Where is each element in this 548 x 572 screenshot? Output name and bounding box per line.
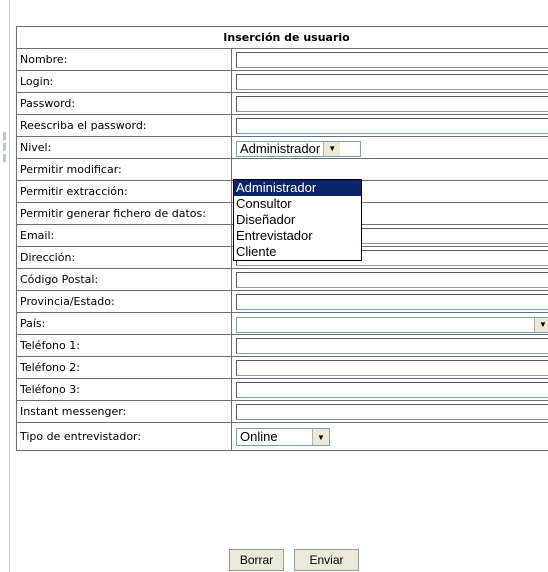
chevron-down-icon[interactable]: ▼	[312, 429, 329, 446]
left-border-line	[9, 0, 10, 572]
tipo-entrevistador-label: Tipo de entrevistador:	[16, 422, 232, 451]
nivel-label: Nivel:	[16, 136, 232, 159]
password-confirm-input[interactable]	[236, 117, 548, 134]
clear-button[interactable]: Borrar	[229, 549, 284, 571]
dropdown-option[interactable]: Entrevistador	[234, 228, 361, 244]
password-input[interactable]	[236, 95, 548, 112]
telefono-2-input[interactable]	[236, 359, 548, 376]
telefono-1-label: Teléfono 1:	[16, 334, 232, 357]
direccion-label: Dirección:	[16, 246, 232, 269]
provincia-label: Provincia/Estado:	[16, 290, 232, 313]
telefono-3-label: Teléfono 3:	[16, 378, 232, 401]
tipo-entrevistador-value: Online	[240, 429, 278, 445]
pais-label: País:	[16, 312, 232, 335]
instant-messenger-input[interactable]	[236, 403, 548, 420]
pais-select[interactable]: ▼	[236, 316, 548, 333]
chevron-down-icon[interactable]: ▼	[323, 141, 341, 156]
form-row-telefono-2: Teléfono 2:	[16, 356, 548, 379]
telefono-2-label: Teléfono 2:	[16, 356, 232, 379]
left-edge-mark	[3, 143, 6, 151]
chevron-down-icon[interactable]: ▼	[534, 317, 548, 332]
dropdown-option[interactable]: Diseñador	[234, 212, 361, 228]
nivel-select[interactable]: Administrador ▼	[236, 140, 361, 157]
form-row-login: Login:	[16, 70, 548, 93]
permitir-fichero-label: Permitir generar fichero de datos:	[16, 202, 232, 225]
form-row-nivel: Nivel: Administrador ▼	[16, 136, 548, 159]
submit-button[interactable]: Enviar	[294, 549, 359, 571]
left-edge-mark	[3, 132, 6, 140]
left-edge-mark	[3, 154, 6, 162]
form-row-instant-messenger: Instant messenger:	[16, 400, 548, 423]
instant-messenger-label: Instant messenger:	[16, 400, 232, 423]
nombre-label: Nombre:	[16, 48, 232, 71]
codigo-postal-input[interactable]	[236, 271, 548, 288]
form-row-nombre: Nombre:	[16, 48, 548, 71]
dropdown-option[interactable]: Consultor	[234, 196, 361, 212]
form-title: Inserción de usuario	[15, 26, 548, 49]
email-label: Email:	[16, 224, 232, 247]
dropdown-option[interactable]: Cliente	[234, 244, 361, 260]
form-row-permitir-modificar: Permitir modificar:	[16, 158, 548, 181]
form-row-telefono-3: Teléfono 3:	[16, 378, 548, 401]
form-row-pais: País: ▼	[16, 312, 548, 335]
form-row-telefono-1: Teléfono 1:	[16, 334, 548, 357]
nombre-input[interactable]	[236, 51, 548, 68]
form-row-codigo-postal: Código Postal:	[16, 268, 548, 291]
provincia-input[interactable]	[236, 293, 548, 310]
dropdown-option[interactable]: Administrador	[234, 180, 361, 196]
tipo-entrevistador-select[interactable]: Online ▼	[236, 428, 330, 447]
form-row-tipo-entrevistador: Tipo de entrevistador: Online ▼	[16, 422, 548, 451]
nivel-select-value: Administrador	[240, 140, 321, 156]
login-input[interactable]	[236, 73, 548, 90]
password-label: Password:	[16, 92, 232, 115]
pais-select-value	[237, 318, 534, 332]
permitir-extraccion-label: Permitir extracción:	[16, 180, 232, 203]
password-confirm-label: Reescriba el password:	[16, 114, 232, 137]
permitir-modificar-label: Permitir modificar:	[16, 158, 232, 181]
telefono-1-input[interactable]	[236, 337, 548, 354]
codigo-postal-label: Código Postal:	[16, 268, 232, 291]
form-row-password-confirm: Reescriba el password:	[16, 114, 548, 137]
telefono-3-input[interactable]	[236, 381, 548, 398]
login-label: Login:	[16, 70, 232, 93]
form-row-provincia: Provincia/Estado:	[16, 290, 548, 313]
nivel-dropdown-list: Administrador Consultor Diseñador Entrev…	[233, 179, 362, 261]
form-row-password: Password:	[16, 92, 548, 115]
